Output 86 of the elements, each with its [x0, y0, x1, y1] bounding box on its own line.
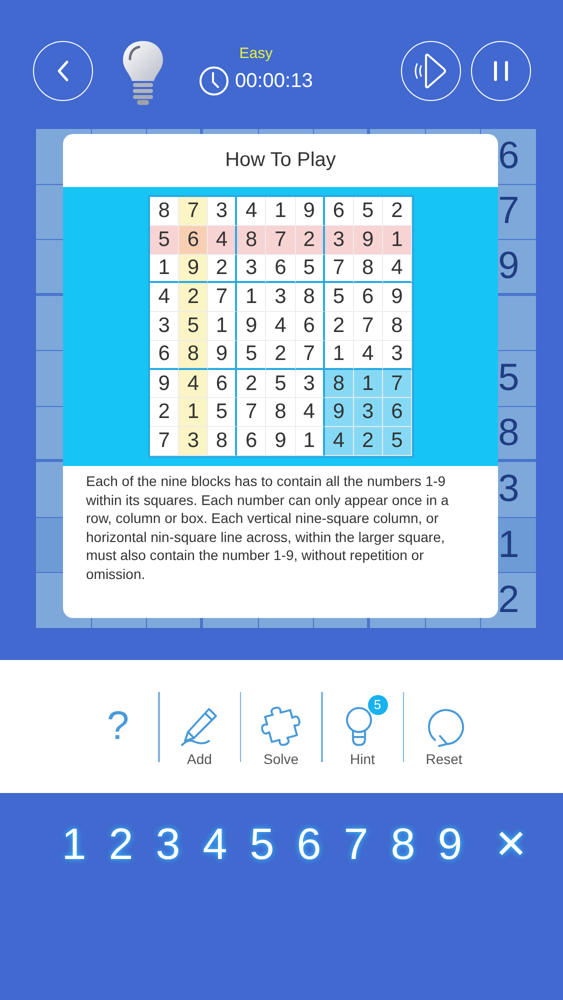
grid-cell: 8: [296, 283, 325, 312]
grid-cell: 3: [324, 226, 354, 255]
grid-cell: 5: [382, 427, 412, 456]
grid-cell: 6: [382, 398, 412, 428]
grid-cell: 3: [296, 370, 325, 398]
grid-cell: 1: [324, 340, 354, 370]
grid-cell: 1: [266, 197, 296, 226]
grid-cell: 5: [179, 312, 208, 341]
grid-cell: 4: [150, 283, 180, 312]
grid-cell: 1: [296, 427, 325, 456]
grid-cell: 7: [266, 226, 296, 255]
grid-cell: 8: [382, 312, 412, 341]
grid-cell: 7: [324, 254, 354, 284]
grid-cell: 3: [150, 312, 180, 341]
grid-cell: 5: [266, 370, 296, 398]
grid-cell: 4: [382, 254, 412, 284]
grid-cell: 8: [266, 398, 296, 428]
grid-cell: 3: [237, 254, 266, 284]
grid-cell: 2: [179, 283, 208, 312]
grid-cell: 5: [237, 340, 266, 370]
grid-cell: 1: [354, 370, 383, 398]
grid-cell: 9: [296, 197, 325, 226]
grid-cell: 7: [382, 370, 412, 398]
count-badge: 5: [368, 694, 388, 714]
grid-cell: 5: [296, 254, 325, 284]
grid-cell: 8: [208, 427, 238, 456]
grid-cell: 1: [179, 398, 208, 428]
timer-text: 00:00:13: [235, 70, 313, 92]
grid-cell: 4: [208, 226, 238, 255]
grid-cell: 6: [296, 312, 325, 341]
grid-cell: 7: [354, 312, 383, 341]
grid-cell: 4: [354, 340, 383, 370]
grid-cell: 9: [382, 283, 412, 312]
grid-cell: 8: [354, 254, 383, 284]
grid-cell: 4: [237, 197, 266, 226]
grid-cell: 9: [237, 312, 266, 341]
grid-cell: 2: [354, 427, 383, 456]
grid-cell: 8: [237, 226, 266, 255]
grid-cell: 8: [179, 340, 208, 370]
grid-cell: 4: [179, 370, 208, 398]
grid-cell: 9: [324, 398, 354, 428]
grid-cell: 5: [324, 283, 354, 312]
grid-cell: 4: [266, 312, 296, 341]
grid-cell: 2: [324, 312, 354, 341]
grid-cell: 3: [179, 427, 208, 456]
grid-cell: 1: [208, 312, 238, 341]
grid-cell: 5: [150, 226, 180, 255]
grid-cell: 9: [208, 340, 238, 370]
grid-cell: 3: [208, 197, 238, 226]
rules-paragraph: Each of the nine blocks has to contain all the numbers 1-9 within its squares. Each number can only appear once in a row, column or box. Each vertical nine-square column, or horizontal nin-square line across, within the larger square, must also contain the number 1-9, without repetition or omission.: [86, 472, 450, 583]
grid-cell: 6: [208, 370, 238, 398]
grid-cell: 9: [266, 427, 296, 456]
difficulty-label: Easy: [239, 45, 273, 62]
grid-cell: 2: [208, 254, 238, 284]
grid-cell: 2: [382, 197, 412, 226]
grid-cell: 9: [179, 254, 208, 284]
grid-cell: 5: [354, 197, 383, 226]
grid-cell: 3: [354, 398, 383, 428]
grid-cell: 6: [354, 283, 383, 312]
grid-cell: 9: [150, 370, 180, 398]
grid-cell: 7: [179, 197, 208, 226]
grid-cell: 7: [296, 340, 325, 370]
grid-cell: 3: [266, 283, 296, 312]
grid-cell: 6: [179, 226, 208, 255]
grid-cell: 4: [296, 398, 325, 428]
grid-cell: 2: [266, 340, 296, 370]
grid-cell: 2: [237, 370, 266, 398]
dialog-title: How To Play: [224, 148, 337, 173]
grid-cell: 7: [237, 398, 266, 428]
grid-cell: 6: [266, 254, 296, 284]
grid-cell: 6: [324, 197, 354, 226]
grid-cell: 6: [237, 427, 266, 456]
grid-cell: 6: [150, 340, 180, 370]
grid-cell: 9: [354, 226, 383, 255]
grid-cell: 1: [382, 226, 412, 255]
grid-cell: 2: [150, 398, 180, 428]
grid-cell: 5: [208, 398, 238, 428]
grid-cell: 8: [324, 370, 354, 398]
grid-cell: 2: [296, 226, 325, 255]
grid-cell: 1: [150, 254, 180, 284]
grid-cell: 1: [237, 283, 266, 312]
grid-cell: 7: [150, 427, 180, 456]
grid-cell: 8: [150, 197, 180, 226]
grid-cell: 3: [382, 340, 412, 370]
grid-cell: 4: [324, 427, 354, 456]
grid-cell: 7: [208, 283, 238, 312]
